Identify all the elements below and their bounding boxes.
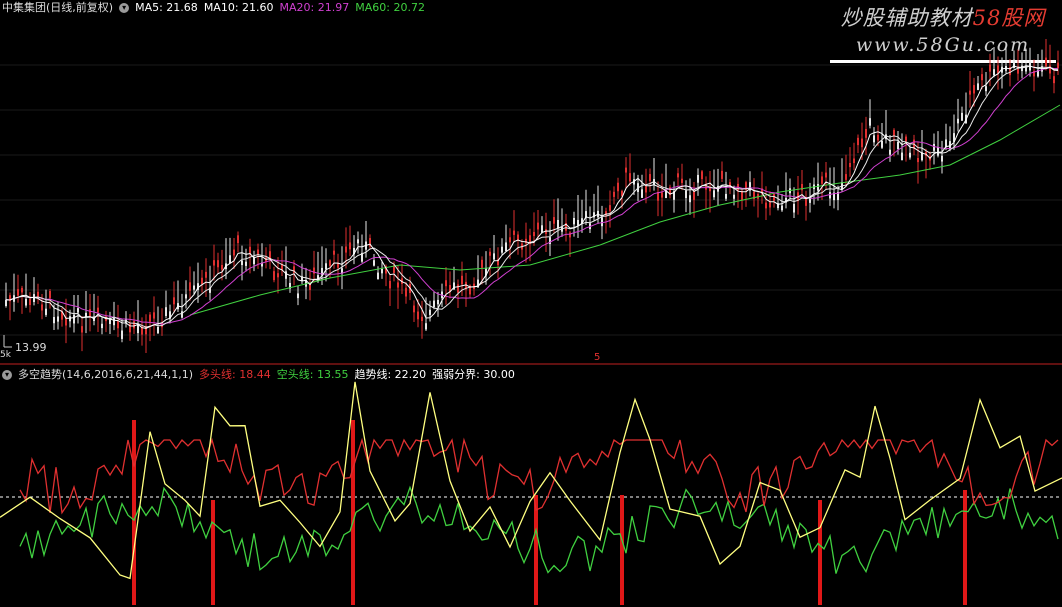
bull-line	[19, 437, 1059, 515]
bear-line-label: 空头线: 13.55	[276, 368, 349, 381]
price-grid	[0, 64, 1062, 336]
bull-line-label: 多头线: 18.44	[199, 368, 271, 381]
period-marker: 5	[594, 352, 601, 363]
period-tag: 5k	[0, 350, 11, 360]
indicator-panel-header: ▾ 多空趋势(14,6,2016,6,21,44,1,1) 多头线: 18.44 空头…	[2, 367, 521, 383]
strength-boundary-label: 强弱分界: 30.00	[432, 368, 515, 381]
ma10-line	[5, 65, 1059, 328]
ma60-line	[189, 104, 1061, 316]
signal-bars	[132, 420, 967, 605]
stock-chart[interactable]	[0, 0, 1062, 607]
indicator-title[interactable]: 多空趋势(14,6,2016,6,21,44,1,1)	[18, 368, 193, 381]
ma5-line	[5, 65, 1059, 329]
ma20-line	[5, 67, 1059, 325]
candlesticks	[5, 39, 1059, 353]
chevron-down-icon[interactable]: ▾	[2, 370, 12, 380]
trend-line-label: 趋势线: 22.20	[354, 368, 427, 381]
low-price-label: 13.99	[15, 341, 47, 354]
bear-line	[19, 485, 1059, 574]
